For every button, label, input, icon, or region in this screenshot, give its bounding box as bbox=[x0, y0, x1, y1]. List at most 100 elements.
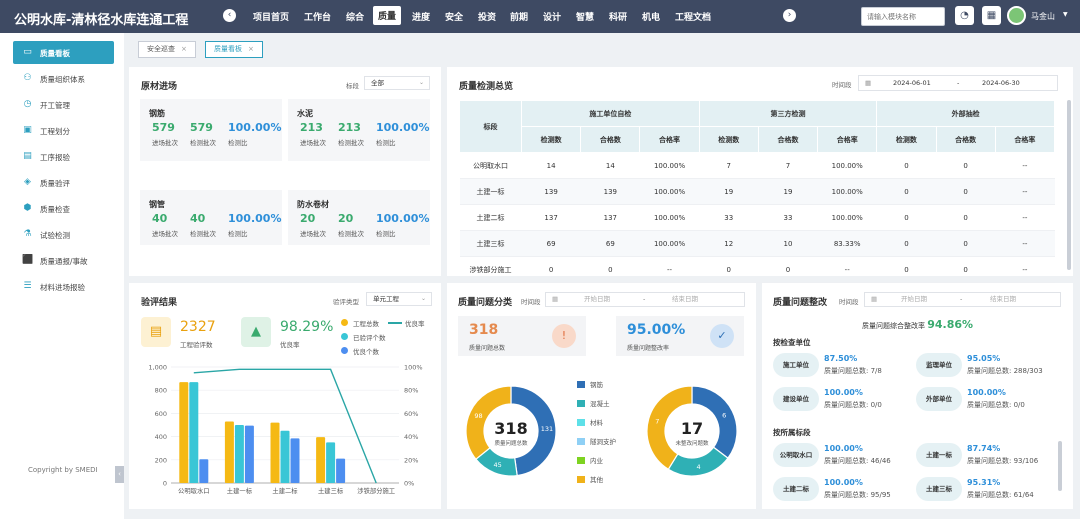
section-pill[interactable]: 土建二标 bbox=[773, 477, 819, 501]
rectification-date-range[interactable]: ▦ 开始日期 - 结束日期 bbox=[864, 292, 1061, 307]
rectification-title: 质量问题整改 bbox=[773, 298, 828, 308]
sidebar-item-label: 质量验评 bbox=[40, 179, 70, 188]
material-card-cement[interactable]: 水泥 213 213 100.00% 进场批次 检测批次 检测比 bbox=[288, 99, 430, 161]
unit-rate: 100.00% bbox=[967, 388, 1006, 397]
sidebar-item-start-mgmt[interactable]: ◷ 开工管理 bbox=[0, 93, 124, 116]
legend-label[interactable]: 隧洞支护 bbox=[590, 436, 616, 446]
problem-date-range[interactable]: ▦ 开始日期 - 结束日期 bbox=[545, 292, 745, 307]
nav-next-icon[interactable]: › bbox=[783, 9, 796, 22]
evaluation-title: 验评结果 bbox=[141, 298, 178, 308]
section-pill[interactable]: 土建三标 bbox=[916, 477, 962, 501]
calendar-icon: ▦ bbox=[552, 295, 559, 303]
calculator-icon[interactable]: ▦ bbox=[982, 6, 1001, 25]
document-icon: ▤ bbox=[23, 151, 32, 161]
nav-item-electromech[interactable]: 机电 bbox=[642, 10, 660, 23]
unrectified-donut: 6 4 7 17未整改问题数 bbox=[646, 385, 738, 477]
sidebar-item-testing[interactable]: ⚗ 试验检测 bbox=[0, 223, 124, 246]
legend-label[interactable]: 内业 bbox=[590, 455, 603, 465]
donut-center-label: 质量问题总数 bbox=[494, 439, 528, 447]
legend-label[interactable]: 材料 bbox=[590, 417, 603, 427]
nav-item-design[interactable]: 设计 bbox=[543, 10, 561, 23]
sidebar-item-quality-evaluation[interactable]: ◈ 质量验评 bbox=[0, 171, 124, 194]
table-row[interactable]: 土建一标 139 139 100.00% 19 19 100.00% 0 0 -- bbox=[459, 178, 1055, 205]
table-cell: 100.00% bbox=[639, 152, 700, 179]
date-sep: - bbox=[957, 79, 960, 87]
table-cell: 83.33% bbox=[817, 230, 877, 257]
close-icon[interactable]: × bbox=[248, 45, 254, 53]
unit-rate: 95.05% bbox=[967, 354, 1001, 363]
chevron-down-icon[interactable]: ▼ bbox=[1063, 11, 1068, 18]
x-tick-label: 土建一标 bbox=[227, 486, 253, 495]
material-name: 防水卷材 bbox=[297, 200, 329, 209]
unit-total: 质量问题总数: 0/0 bbox=[824, 401, 882, 409]
sidebar-item-quality-org[interactable]: ⚇ 质量组织体系 bbox=[0, 67, 124, 90]
materials-section-select[interactable]: 全部 ⌄ bbox=[364, 76, 430, 90]
table-cell: 0 bbox=[876, 256, 937, 283]
table-cell: 0 bbox=[876, 178, 937, 205]
nav-item-preliminary[interactable]: 前期 bbox=[510, 10, 528, 23]
nav-item-smart[interactable]: 智慧 bbox=[576, 10, 594, 23]
donut-slice[interactable] bbox=[667, 446, 729, 477]
evaluation-filter-label: 验评类型 bbox=[333, 298, 359, 306]
nav-item-research[interactable]: 科研 bbox=[609, 10, 627, 23]
module-search-input[interactable] bbox=[861, 7, 945, 26]
bar-已验评个数 bbox=[326, 442, 336, 483]
unit-pill[interactable]: 建设单位 bbox=[773, 387, 819, 411]
nav-item-documents[interactable]: 工程文档 bbox=[675, 10, 711, 23]
flask-icon: ⚗ bbox=[23, 229, 32, 239]
evaluation-type-select[interactable]: 单元工程 ⌄ bbox=[366, 292, 432, 306]
tab-safety-patrol[interactable]: 安全巡查 × bbox=[138, 41, 196, 58]
nav-prev-icon[interactable]: ‹ bbox=[223, 9, 236, 22]
table-row[interactable]: 土建二标 137 137 100.00% 33 33 100.00% 0 0 -- bbox=[459, 204, 1055, 231]
rectification-scrollbar[interactable] bbox=[1058, 441, 1062, 491]
material-card-rebar[interactable]: 钢筋 579 579 100.00% 进场批次 检测批次 检测比 bbox=[140, 99, 282, 161]
unit-rate: 100.00% bbox=[824, 388, 863, 397]
nav-item-progress[interactable]: 进度 bbox=[412, 10, 430, 23]
unit-total: 质量问题总数: 288/303 bbox=[967, 367, 1043, 375]
legend-label[interactable]: 钢筋 bbox=[590, 379, 603, 389]
sidebar-item-quality-check[interactable]: ⬢ 质量检查 bbox=[0, 197, 124, 220]
material-card-waterproof[interactable]: 防水卷材 20 20 100.00% 进场批次 检测批次 检测比 bbox=[288, 190, 430, 245]
nav-item-safety[interactable]: 安全 bbox=[445, 10, 463, 23]
table-row[interactable]: 涉铁部分施工 0 0 -- 0 0 -- 0 0 -- bbox=[459, 256, 1055, 283]
unit-pill[interactable]: 施工单位 bbox=[773, 353, 819, 377]
nav-item-quality[interactable]: 质量 bbox=[373, 6, 402, 25]
y-tick-label: 800 bbox=[155, 387, 167, 395]
unit-pill[interactable]: 监理单位 bbox=[916, 353, 962, 377]
table-row[interactable]: 土建三标 69 69 100.00% 12 10 83.33% 0 0 -- bbox=[459, 230, 1055, 257]
section-pill[interactable]: 公明取水口 bbox=[773, 443, 819, 467]
sidebar-item-quality-board[interactable]: ▭ 质量看板 bbox=[13, 41, 114, 64]
nav-item-home[interactable]: 项目首页 bbox=[253, 10, 289, 23]
slice-label: 45 bbox=[494, 461, 502, 469]
table-row[interactable]: 公明取水口 14 14 100.00% 7 7 100.00% 0 0 -- bbox=[459, 152, 1055, 179]
dashboard-gauge-icon[interactable]: ◔ bbox=[955, 6, 974, 25]
nav-item-investment[interactable]: 投资 bbox=[478, 10, 496, 23]
by-unit-label: 按检查单位 bbox=[773, 338, 811, 347]
sidebar-collapse-icon[interactable]: ‹ bbox=[115, 466, 124, 483]
user-name[interactable]: 马金山 bbox=[1031, 11, 1055, 22]
tab-quality-board[interactable]: 质量看板 × bbox=[205, 41, 263, 58]
unit-pill[interactable]: 外部单位 bbox=[916, 387, 962, 411]
nav-item-workbench[interactable]: 工作台 bbox=[304, 10, 331, 23]
date-from: 开始日期 bbox=[584, 295, 610, 303]
close-icon[interactable]: × bbox=[181, 45, 187, 53]
y-tick-label: 0 bbox=[163, 480, 167, 488]
material-name: 钢筋 bbox=[149, 109, 165, 118]
avatar[interactable] bbox=[1007, 6, 1026, 25]
material-card-steel-pipe[interactable]: 钢管 40 40 100.00% 进场批次 检测批次 检测比 bbox=[140, 190, 282, 245]
sidebar-item-material-entry[interactable]: ☰ 材料进场报验 bbox=[0, 275, 124, 298]
nav-item-general[interactable]: 综合 bbox=[346, 10, 364, 23]
table-scrollbar[interactable] bbox=[1067, 100, 1071, 270]
table-cell: 19 bbox=[699, 178, 759, 205]
legend-label[interactable]: 混凝土 bbox=[590, 398, 610, 408]
legend-swatch-evaluated bbox=[341, 333, 348, 340]
inspection-date-range[interactable]: ▦ 2024-06-01 - 2024-06-30 bbox=[858, 75, 1058, 91]
sidebar-item-project-division[interactable]: ▣ 工程划分 bbox=[0, 119, 124, 142]
date-to: 结束日期 bbox=[672, 295, 698, 303]
sidebar-item-quality-notice[interactable]: ⬛ 质量通报/事故 bbox=[0, 249, 124, 272]
sidebar-item-process-inspection[interactable]: ▤ 工序报验 bbox=[0, 145, 124, 168]
thumbs-up-icon: ▲ bbox=[241, 317, 271, 347]
section-pill[interactable]: 土建一标 bbox=[916, 443, 962, 467]
unit-rate: 87.50% bbox=[824, 354, 858, 363]
legend-label[interactable]: 其他 bbox=[590, 474, 603, 484]
